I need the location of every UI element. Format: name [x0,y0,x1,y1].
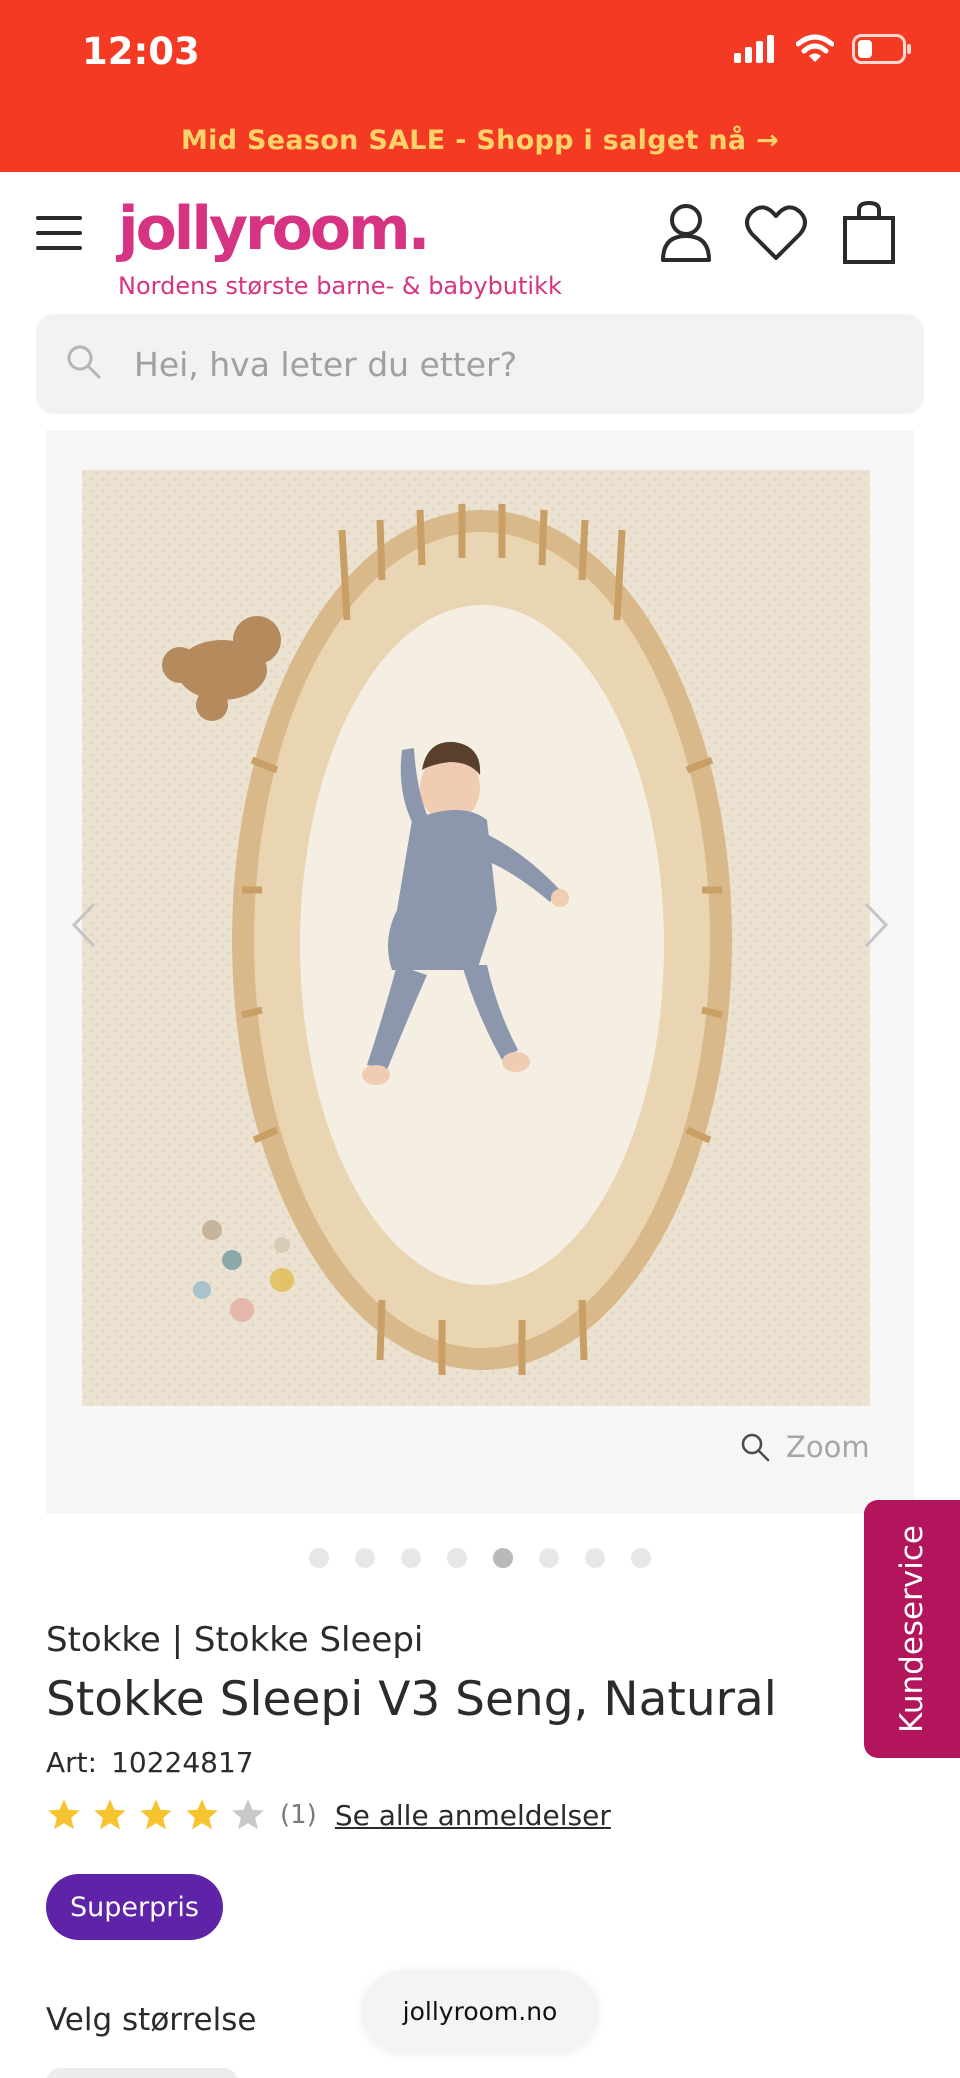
carousel-dot[interactable] [401,1548,421,1568]
account-icon[interactable] [660,202,712,262]
review-count: (1) [280,1800,317,1830]
carousel-dot[interactable] [447,1548,467,1568]
superpris-badge: Superpris [46,1874,223,1940]
logo[interactable]: jollyroom. [118,194,430,264]
carousel-dot-active[interactable] [493,1548,513,1568]
product-brand[interactable]: Stokke | Stokke Sleepi [46,1620,423,1660]
wishlist-icon[interactable] [744,202,808,262]
tagline: Nordens største barne- & babybutikk [118,272,562,300]
carousel-dot[interactable] [309,1548,329,1568]
zoom-icon [741,1433,770,1462]
cart-icon[interactable] [842,200,896,264]
battery-icon [852,34,911,64]
star-empty-icon [232,1799,264,1830]
wifi-icon [796,34,834,62]
size-option[interactable] [46,2068,238,2078]
size-selector-label: Velg størrelse [46,2002,257,2038]
product-title: Stokke Sleepi V3 Seng, Natural [46,1672,777,1727]
star-full-icon [140,1799,172,1830]
promo-banner[interactable]: Mid Season SALE - Shopp i salget nå → [0,108,960,172]
product-image[interactable] [82,470,870,1406]
zoom-button[interactable]: Zoom [740,1430,870,1464]
browser-url: jollyroom.no [402,1996,558,2026]
site-header: jollyroom. Nordens største barne- & baby… [0,172,960,312]
carousel-dot[interactable] [585,1548,605,1568]
star-full-icon [94,1799,126,1830]
search-bar [36,314,924,414]
menu-button[interactable] [36,216,82,250]
article-number: Art: 10224817 [46,1746,254,1779]
star-full-icon [186,1799,218,1830]
promo-text[interactable]: Mid Season SALE - Shopp i salget nå → [181,125,779,156]
search-input[interactable] [134,314,894,414]
customer-service-label: Kundeservice [894,1525,930,1733]
status-time: 12:03 [82,30,200,73]
product-gallery[interactable] [46,430,914,1514]
carousel-dot[interactable] [355,1548,375,1568]
carousel-dot[interactable] [539,1548,559,1568]
badge-label: Superpris [70,1891,199,1923]
zoom-label: Zoom [786,1430,870,1464]
customer-service-tab[interactable]: Kundeservice [864,1500,960,1758]
see-all-reviews-link[interactable]: Se alle anmeldelser [335,1799,611,1832]
crib-illustration [82,470,870,1406]
carousel-dots [0,1548,960,1572]
next-image-icon[interactable] [860,900,894,950]
search-icon [67,345,101,379]
rating: (1) Se alle anmeldelser [46,1790,611,1840]
article-label: Art: [46,1746,98,1779]
status-bar: 12:03 [0,0,960,108]
status-icons [734,34,912,64]
article-value: 10224817 [111,1746,254,1779]
star-full-icon [48,1799,80,1830]
carousel-dot[interactable] [631,1548,651,1568]
browser-url-bar[interactable]: jollyroom.no [362,1970,598,2052]
prev-image-icon[interactable] [66,900,100,950]
signal-icon [734,35,774,63]
